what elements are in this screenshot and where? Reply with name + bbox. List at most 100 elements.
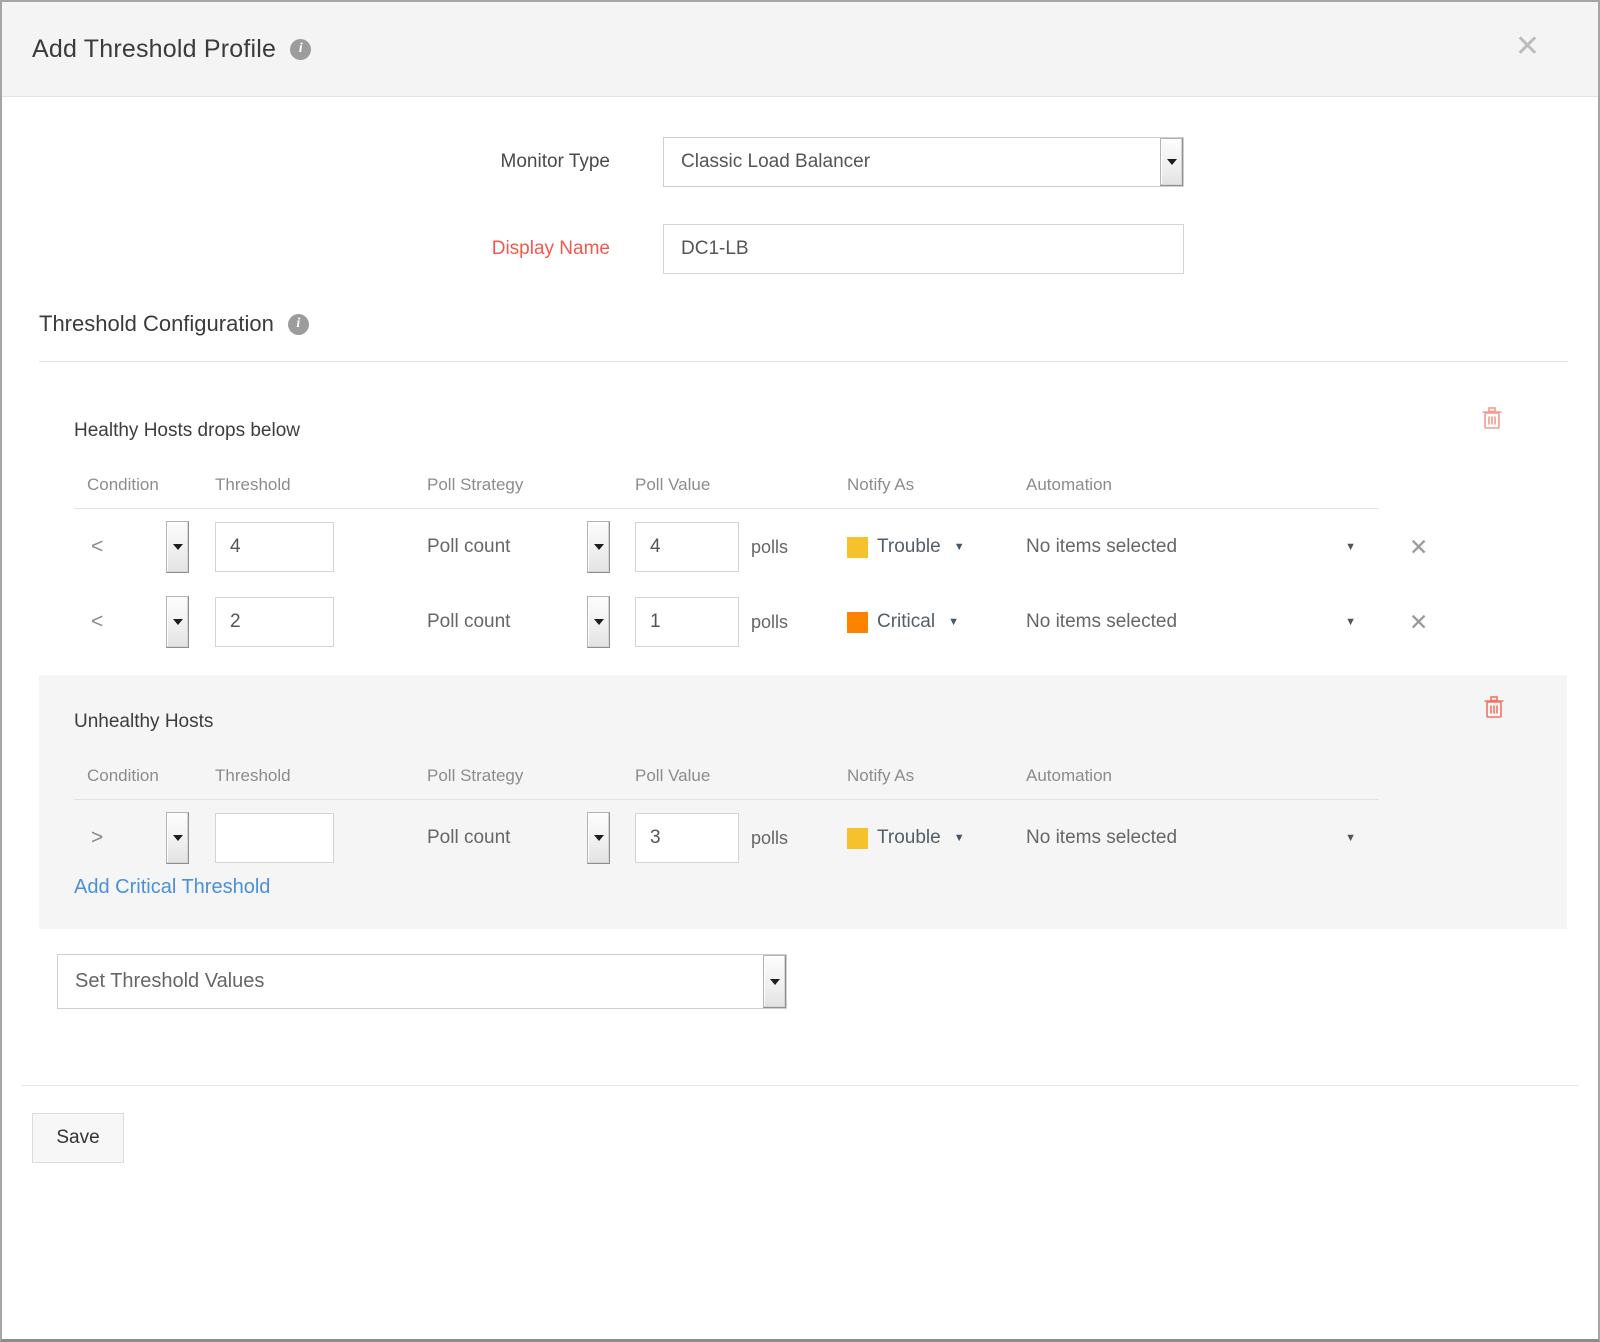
poll-strategy-value: Poll count [427, 827, 510, 849]
notify-as-value: Critical [877, 611, 935, 633]
poll-strategy-value: Poll count [427, 611, 510, 633]
poll-value-input[interactable] [635, 813, 739, 863]
severity-color-swatch [847, 828, 868, 849]
automation-value: No items selected [1026, 536, 1177, 558]
dropdown-arrow-button[interactable] [166, 596, 189, 648]
poll-value-cell: polls [635, 812, 847, 864]
poll-strategy-select[interactable]: Poll count [427, 812, 635, 864]
poll-value-input[interactable] [635, 522, 739, 572]
chevron-down-icon [173, 835, 183, 841]
threshold-input[interactable] [215, 813, 334, 863]
close-icon[interactable]: ✕ [1515, 32, 1540, 62]
condition-select[interactable]: > [74, 812, 215, 864]
add-critical-threshold-link[interactable]: Add Critical Threshold [74, 876, 270, 899]
chevron-down-icon: ▼ [948, 616, 959, 628]
automation-dropdown[interactable]: No items selected ▼ [1026, 521, 1379, 573]
chevron-down-icon: ▼ [1345, 832, 1356, 844]
info-icon: i [288, 314, 309, 335]
chevron-down-icon: ▼ [954, 541, 965, 553]
severity-color-swatch [847, 612, 868, 633]
chevron-down-icon: ▼ [954, 832, 965, 844]
chevron-down-icon [594, 835, 604, 841]
monitor-type-row: Monitor Type Classic Load Balancer [2, 137, 1598, 187]
condition-select[interactable]: < [74, 521, 215, 573]
display-name-input[interactable] [663, 224, 1184, 274]
dropdown-arrow-button[interactable] [587, 812, 610, 864]
severity-color-swatch [847, 537, 868, 558]
poll-value-cell: polls [635, 596, 847, 648]
display-name-row: Display Name [2, 224, 1598, 274]
dialog-header: Add Threshold Profile i ✕ [2, 2, 1598, 97]
divider [22, 1085, 1578, 1086]
chevron-down-icon [594, 544, 604, 550]
column-header-automation: Automation [1026, 459, 1379, 511]
column-header-automation: Automation [1026, 750, 1379, 802]
poll-value-input[interactable] [635, 597, 739, 647]
dropdown-arrow-button[interactable] [763, 955, 786, 1008]
polls-unit-label: polls [751, 537, 788, 558]
condition-select[interactable]: < [74, 596, 215, 648]
notify-as-dropdown[interactable]: Trouble ▼ [847, 812, 1026, 864]
unhealthy-hosts-title: Unhealthy Hosts [74, 711, 1567, 733]
table-header: Condition Threshold Poll Strategy Poll V… [74, 761, 1567, 791]
dropdown-arrow-button[interactable] [1160, 138, 1183, 186]
automation-dropdown[interactable]: No items selected ▼ [1026, 596, 1379, 648]
automation-dropdown[interactable]: No items selected ▼ [1026, 812, 1379, 864]
condition-value: < [74, 610, 103, 634]
threshold-cell [215, 812, 427, 864]
healthy-hosts-title: Healthy Hosts drops below [74, 420, 1598, 442]
dropdown-arrow-button[interactable] [587, 596, 610, 648]
poll-strategy-select[interactable]: Poll count [427, 521, 635, 573]
remove-row-icon[interactable]: ✕ [1409, 534, 1428, 561]
poll-value-cell: polls [635, 521, 847, 573]
column-header-notify-as: Notify As [847, 750, 1026, 802]
dropdown-arrow-button[interactable] [166, 521, 189, 573]
column-header-condition: Condition [74, 750, 215, 802]
poll-strategy-select[interactable]: Poll count [427, 596, 635, 648]
column-header-poll-strategy: Poll Strategy [427, 750, 635, 802]
profile-form: Monitor Type Classic Load Balancer Displ… [2, 97, 1598, 274]
save-button[interactable]: Save [32, 1113, 124, 1163]
dropdown-arrow-button[interactable] [166, 812, 189, 864]
notify-as-value: Trouble [877, 536, 941, 558]
threshold-config-title: Threshold Configuration [39, 311, 274, 337]
dropdown-arrow-button[interactable] [587, 521, 610, 573]
delete-section-trash-icon[interactable] [1483, 695, 1505, 724]
notify-as-dropdown[interactable]: Trouble ▼ [847, 521, 1026, 573]
column-header-poll-strategy: Poll Strategy [427, 459, 635, 511]
threshold-config-header: Threshold Configuration i [39, 311, 1598, 337]
chevron-down-icon: ▼ [1345, 541, 1356, 553]
condition-value: > [74, 826, 103, 850]
column-header-threshold: Threshold [215, 459, 427, 511]
notify-as-value: Trouble [877, 827, 941, 849]
column-header-threshold: Threshold [215, 750, 427, 802]
threshold-cell [215, 521, 427, 573]
condition-value: < [74, 535, 103, 559]
threshold-input[interactable] [215, 522, 334, 572]
automation-value: No items selected [1026, 611, 1177, 633]
remove-row-icon[interactable]: ✕ [1409, 609, 1428, 636]
unhealthy-hosts-section: Unhealthy Hosts Condition Threshold Poll… [39, 675, 1567, 929]
monitor-type-select[interactable]: Classic Load Balancer [663, 137, 1184, 187]
poll-strategy-value: Poll count [427, 536, 510, 558]
polls-unit-label: polls [751, 828, 788, 849]
add-threshold-profile-dialog: Add Threshold Profile i ✕ Monitor Type C… [0, 0, 1600, 1342]
dialog-title: Add Threshold Profile [32, 35, 276, 64]
info-icon: i [290, 39, 311, 60]
trash-icon [1483, 695, 1505, 719]
automation-value: No items selected [1026, 827, 1177, 849]
chevron-down-icon [770, 979, 780, 985]
healthy-hosts-section: Healthy Hosts drops below Condition Thre… [2, 362, 1598, 648]
threshold-input[interactable] [215, 597, 334, 647]
monitor-type-value: Classic Load Balancer [664, 151, 1160, 173]
chevron-down-icon: ▼ [1345, 616, 1356, 628]
delete-section-trash-icon[interactable] [1481, 406, 1503, 435]
column-header-poll-value: Poll Value [635, 750, 847, 802]
chevron-down-icon [594, 619, 604, 625]
notify-as-dropdown[interactable]: Critical ▼ [847, 596, 1026, 648]
display-name-label: Display Name [2, 238, 610, 260]
trash-icon [1481, 406, 1503, 430]
polls-unit-label: polls [751, 612, 788, 633]
set-threshold-values-select[interactable]: Set Threshold Values [57, 954, 787, 1009]
threshold-row: > Poll count polls Trouble ▼ No items se… [74, 812, 1567, 864]
